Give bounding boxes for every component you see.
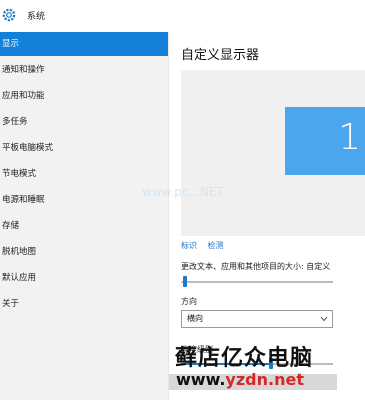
sidebar-item-multitasking[interactable]: 多任务 [0, 110, 168, 134]
watermark-url: www.yzdn.net [176, 370, 304, 389]
sidebar-item-default-apps[interactable]: 默认应用 [0, 266, 168, 290]
display-links: 标识 检测 [181, 240, 232, 251]
monitor-number: 1 [338, 117, 361, 158]
watermark-text: 藓店亿众电脑 [175, 345, 314, 371]
faint-watermark: www.pc...NET [142, 185, 224, 199]
orientation-label: 方向 [181, 297, 197, 306]
sidebar-item-tablet-mode[interactable]: 平板电脑模式 [0, 136, 168, 160]
sidebar-item-apps[interactable]: 应用和功能 [0, 84, 168, 108]
orientation-dropdown[interactable]: 横向 [181, 310, 333, 328]
gear-icon [2, 8, 16, 22]
sidebar: 显示 通知和操作 应用和功能 多任务 平板电脑模式 节电模式 电源和睡眠 存储 … [0, 32, 169, 400]
window-title: 系统 [27, 12, 46, 22]
display-preview: 1 [181, 70, 365, 236]
sidebar-item-display[interactable]: 显示 [0, 32, 168, 56]
scale-slider-track [181, 281, 333, 283]
title-bar: 系统 [0, 0, 365, 33]
watermark-url-main: yzdn.net [225, 370, 304, 389]
detect-link[interactable]: 检测 [208, 241, 224, 250]
monitor-tile[interactable]: 1 [285, 107, 365, 175]
orientation-value: 横向 [187, 314, 203, 323]
watermark-url-prefix: www. [176, 370, 226, 389]
sidebar-item-offline-maps[interactable]: 脱机地图 [0, 240, 168, 264]
chevron-down-icon [320, 316, 328, 322]
sidebar-item-storage[interactable]: 存储 [0, 214, 168, 238]
sidebar-item-notifications[interactable]: 通知和操作 [0, 58, 168, 82]
identify-link[interactable]: 标识 [181, 241, 197, 250]
page-title: 自定义显示器 [181, 48, 260, 63]
scale-label: 更改文本、应用和其他项目的大小: 自定义 [181, 262, 331, 271]
sidebar-item-battery-saver[interactable]: 节电模式 [0, 162, 168, 186]
scale-slider-thumb[interactable] [183, 276, 187, 287]
sidebar-item-about[interactable]: 关于 [0, 292, 168, 316]
